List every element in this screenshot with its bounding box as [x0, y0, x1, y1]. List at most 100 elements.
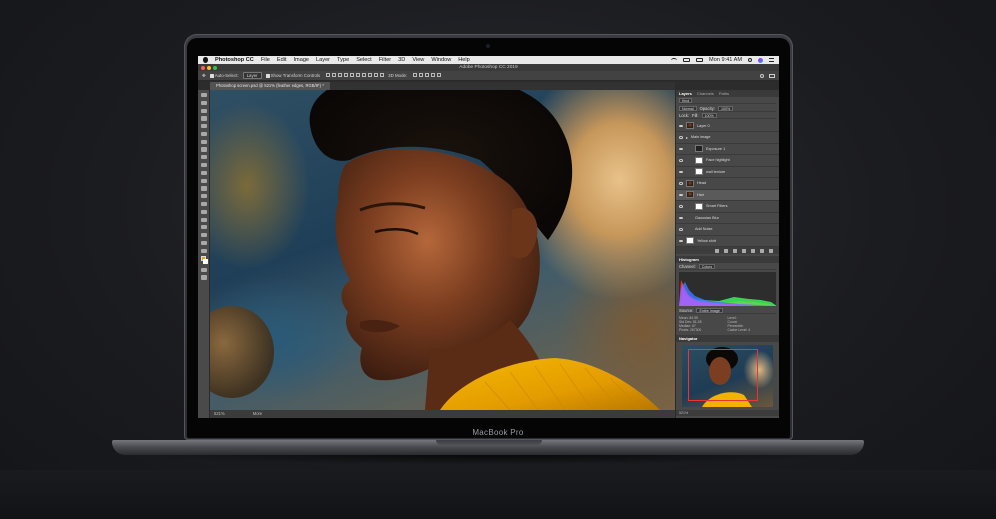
menu-app-name[interactable]: Photoshop CC	[215, 57, 254, 63]
tab-paths[interactable]: Paths	[719, 91, 729, 96]
new-group-icon[interactable]	[751, 248, 755, 253]
opacity-field[interactable]: 100%	[717, 105, 734, 111]
lasso-tool[interactable]	[200, 108, 207, 113]
menu-filter[interactable]: Filter	[379, 57, 391, 63]
minimize-window-button[interactable]	[207, 65, 211, 70]
visibility-eye-icon[interactable]	[679, 228, 683, 231]
quick-mask-button[interactable]	[200, 267, 207, 272]
fill-field[interactable]: 100%	[701, 113, 717, 119]
auto-select-dropdown[interactable]: Layer	[242, 72, 262, 79]
visibility-eye-icon[interactable]	[679, 205, 683, 208]
layer-row-selected[interactable]: Hair	[676, 189, 779, 202]
visibility-eye-icon[interactable]	[679, 216, 683, 220]
adjustment-layer-icon[interactable]	[742, 248, 746, 253]
healing-brush-tool[interactable]	[200, 139, 207, 144]
align-buttons[interactable]	[324, 73, 385, 78]
siri-icon[interactable]	[758, 57, 763, 63]
zoom-tool[interactable]	[200, 240, 207, 246]
visibility-eye-icon[interactable]	[679, 170, 683, 174]
show-transform-checkbox[interactable]: Show Transform Controls	[265, 73, 320, 78]
navigator-title[interactable]: Navigator	[676, 334, 779, 342]
navigator-zoom[interactable]: 521%	[679, 411, 688, 415]
3d-mode-buttons[interactable]	[411, 73, 442, 78]
visibility-eye-icon[interactable]	[679, 239, 683, 243]
path-select-tool[interactable]	[200, 217, 207, 222]
marquee-tool[interactable]	[200, 100, 207, 105]
menu-edit[interactable]: Edit	[277, 57, 287, 63]
visibility-eye-icon[interactable]	[679, 147, 683, 151]
visibility-eye-icon[interactable]	[679, 124, 683, 128]
eraser-tool[interactable]	[200, 170, 207, 175]
add-mask-icon[interactable]	[733, 248, 737, 253]
filter-row[interactable]: Gaussian Blur	[676, 213, 779, 225]
more-tools[interactable]	[200, 248, 207, 253]
menu-view[interactable]: View	[412, 57, 424, 63]
tab-layers[interactable]: Layers	[679, 91, 692, 96]
tab-channels[interactable]: Channels	[697, 91, 714, 96]
menu-window[interactable]: Window	[431, 57, 451, 63]
menu-help[interactable]: Help	[458, 57, 470, 63]
link-layers-icon[interactable]	[715, 248, 719, 253]
new-layer-icon[interactable]	[760, 248, 764, 253]
gradient-tool[interactable]	[200, 178, 207, 183]
visibility-eye-icon[interactable]	[679, 182, 683, 185]
search-icon[interactable]	[760, 73, 764, 78]
layer-row[interactable]: Face highlight	[676, 155, 779, 167]
notification-center-icon[interactable]	[769, 58, 774, 62]
layer-group-row[interactable]: ▸ Main image	[676, 132, 779, 144]
apple-icon[interactable]	[203, 57, 208, 63]
close-window-button[interactable]	[201, 65, 205, 70]
crop-tool[interactable]	[200, 124, 207, 129]
layer-row[interactable]: wall texture	[676, 167, 779, 179]
layer-row[interactable]: Head	[676, 178, 779, 190]
layer-row[interactable]: Layer 0	[676, 121, 779, 133]
menu-image[interactable]: Image	[294, 57, 310, 63]
trash-icon[interactable]	[769, 248, 773, 253]
blend-mode-select[interactable]: Normal	[679, 105, 697, 111]
move-tool-icon[interactable]: ✥	[202, 73, 206, 79]
layer-row[interactable]: Yellow shirt	[676, 236, 779, 248]
menubar-clock[interactable]: Mon 9:41 AM	[709, 57, 742, 63]
workspace-icon[interactable]	[769, 73, 775, 78]
history-brush-tool[interactable]	[200, 163, 207, 168]
shape-tool[interactable]	[200, 225, 207, 230]
fx-icon[interactable]	[724, 248, 728, 253]
visibility-eye-icon[interactable]	[679, 136, 683, 139]
visibility-eye-icon[interactable]	[679, 193, 683, 197]
histogram-title[interactable]: Histogram	[676, 256, 779, 264]
menu-select[interactable]: Select	[356, 57, 372, 63]
channel-select[interactable]: Colors	[698, 264, 716, 270]
wifi-icon[interactable]	[671, 57, 678, 63]
hand-tool[interactable]	[200, 233, 207, 238]
menu-file[interactable]: File	[261, 57, 270, 63]
airplay-icon[interactable]	[683, 58, 691, 62]
status-info[interactable]: More	[253, 410, 263, 418]
background-color-swatch[interactable]	[203, 259, 208, 264]
document-canvas[interactable]	[210, 90, 675, 410]
spotlight-icon[interactable]	[748, 58, 752, 62]
quick-select-tool[interactable]	[200, 116, 207, 121]
menu-type[interactable]: Type	[337, 57, 349, 63]
dodge-tool[interactable]	[200, 194, 207, 199]
document-tab[interactable]: Photoshop screen.psd @ 521% (feather edg…	[210, 82, 330, 90]
blur-tool[interactable]	[200, 186, 207, 191]
filter-row[interactable]: Add Noise	[676, 224, 779, 236]
zoom-window-button[interactable]	[213, 65, 217, 70]
layer-row[interactable]: Exposure 1	[676, 144, 779, 156]
menu-3d[interactable]: 3D	[398, 57, 405, 63]
pen-tool[interactable]	[200, 201, 207, 207]
navigator-preview[interactable]	[682, 344, 773, 407]
clone-stamp-tool[interactable]	[200, 155, 207, 160]
screen-mode-button[interactable]	[200, 275, 207, 280]
brush-tool[interactable]	[200, 147, 207, 152]
eyedropper-tool[interactable]	[200, 131, 207, 137]
layer-kind-filter[interactable]: Kind	[679, 98, 693, 104]
battery-icon[interactable]	[696, 58, 704, 62]
move-tool[interactable]	[200, 93, 207, 98]
menu-layer[interactable]: Layer	[316, 57, 330, 63]
navigator-view-rect[interactable]	[688, 348, 758, 401]
smart-filters-row[interactable]: Smart Filters	[676, 201, 779, 213]
visibility-eye-icon[interactable]	[679, 159, 683, 162]
source-select[interactable]: Entire Image	[696, 308, 723, 314]
auto-select-checkbox[interactable]: Auto-Select:	[209, 73, 239, 78]
